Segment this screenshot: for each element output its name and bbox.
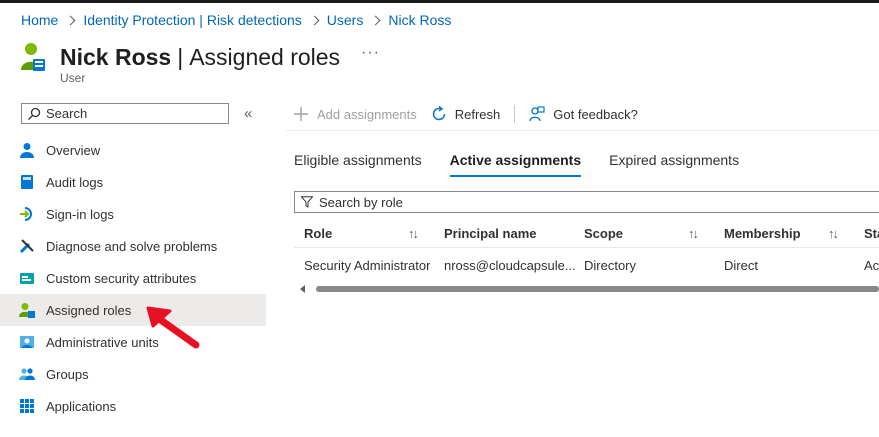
assignment-tabs: Eligible assignments Active assignments … xyxy=(294,152,767,177)
more-options-button[interactable]: ··· xyxy=(361,44,380,62)
page-header: Nick Ross | Assigned roles xyxy=(20,40,340,74)
sidebar-item-audit-logs[interactable]: Audit logs xyxy=(0,166,266,198)
red-arrow-annotation xyxy=(146,306,200,349)
admin-units-icon xyxy=(19,334,35,350)
filter-icon xyxy=(301,196,313,208)
sidebar-nav: Overview Audit logs Sign-in logs Diagnos… xyxy=(0,134,266,422)
page-title-name: Nick Ross xyxy=(60,43,172,70)
breadcrumb-home[interactable]: Home xyxy=(21,12,58,28)
attribute-icon xyxy=(19,270,35,286)
sidebar-item-label: Applications xyxy=(46,398,117,414)
page-title-section: Assigned roles xyxy=(189,43,341,70)
column-header-principal-name[interactable]: Principal name xyxy=(444,226,536,241)
groups-icon xyxy=(19,366,35,382)
sidebar-item-label: Overview xyxy=(46,142,101,158)
breadcrumb-user[interactable]: Nick Ross xyxy=(388,12,451,28)
sidebar-item-label: Groups xyxy=(46,366,89,382)
collapse-sidebar-button[interactable]: « xyxy=(244,105,252,122)
page-title: Nick Ross | Assigned roles xyxy=(60,44,340,71)
sidebar-item-label: Assigned roles xyxy=(46,302,132,318)
sidebar-item-groups[interactable]: Groups xyxy=(0,358,266,390)
tab-eligible-assignments[interactable]: Eligible assignments xyxy=(294,152,422,177)
page-subtitle: User xyxy=(60,71,86,85)
cell-principal-name: nross@cloudcapsule... xyxy=(444,257,576,273)
breadcrumb-users[interactable]: Users xyxy=(327,12,364,28)
sidebar-item-administrative-units[interactable]: Administrative units xyxy=(0,326,266,358)
tab-active-assignments[interactable]: Active assignments xyxy=(449,152,582,177)
person-icon xyxy=(19,142,35,158)
tab-expired-assignments[interactable]: Expired assignments xyxy=(609,152,739,177)
breadcrumb: Home Identity Protection | Risk detectio… xyxy=(21,12,451,28)
column-header-membership[interactable]: Membership xyxy=(724,226,801,241)
scrollbar-thumb[interactable] xyxy=(316,286,879,292)
feedback-icon xyxy=(529,106,545,122)
column-header-state[interactable]: Sta xyxy=(864,226,879,241)
wrench-icon xyxy=(19,238,35,254)
command-bar: Add assignments Refresh Got feedback? xyxy=(293,101,652,127)
toolbar-divider xyxy=(514,105,516,123)
sidebar-item-custom-security-attributes[interactable]: Custom security attributes xyxy=(0,262,266,294)
horizontal-scrollbar[interactable] xyxy=(296,284,879,294)
table-row[interactable]: Security Administrator nross@cloudcapsul… xyxy=(294,248,879,282)
column-header-role[interactable]: Role xyxy=(304,226,332,241)
search-icon xyxy=(28,107,41,120)
sidebar-item-label: Audit logs xyxy=(46,174,104,190)
breadcrumb-identity-protection[interactable]: Identity Protection | Risk detections xyxy=(83,12,301,28)
sidebar-item-label: Custom security attributes xyxy=(46,270,197,286)
sort-icon[interactable]: ↑↓ xyxy=(828,226,839,241)
apps-grid-icon xyxy=(19,398,35,414)
refresh-label: Refresh xyxy=(454,106,501,122)
cell-state: Ac xyxy=(864,257,879,273)
add-assignments-label: Add assignments xyxy=(317,106,417,122)
user-role-icon xyxy=(19,302,35,318)
sidebar-item-applications[interactable]: Applications xyxy=(0,390,266,422)
add-assignments-button[interactable]: Add assignments xyxy=(293,106,417,122)
chevron-right-icon xyxy=(370,15,381,25)
plus-icon xyxy=(293,106,309,122)
column-header-scope[interactable]: Scope xyxy=(584,226,623,241)
sidebar-search xyxy=(21,103,229,124)
top-bar xyxy=(0,0,879,3)
refresh-button[interactable]: Refresh xyxy=(431,106,501,122)
sidebar-item-overview[interactable]: Overview xyxy=(0,134,266,166)
sort-icon[interactable]: ↑↓ xyxy=(408,226,419,241)
table-header: Role ↑↓ Principal name Scope ↑↓ Membersh… xyxy=(294,219,879,248)
page-title-separator: | xyxy=(177,43,184,70)
sidebar-item-label: Sign-in logs xyxy=(46,206,114,222)
user-icon xyxy=(21,43,45,71)
assignments-table: Role ↑↓ Principal name Scope ↑↓ Membersh… xyxy=(294,219,879,282)
cell-membership: Direct xyxy=(724,257,758,273)
sidebar-item-assigned-roles[interactable]: Assigned roles xyxy=(0,294,266,326)
sidebar-item-sign-in-logs[interactable]: Sign-in logs xyxy=(0,198,266,230)
feedback-label: Got feedback? xyxy=(553,106,638,122)
sidebar-search-input[interactable] xyxy=(41,106,216,121)
book-icon xyxy=(19,174,35,190)
role-filter xyxy=(294,191,879,213)
cell-role: Security Administrator xyxy=(304,257,431,273)
scroll-left-icon[interactable] xyxy=(300,285,305,293)
command-bar-divider xyxy=(286,130,879,131)
sign-in-icon xyxy=(19,206,35,222)
feedback-button[interactable]: Got feedback? xyxy=(529,106,638,122)
refresh-icon xyxy=(431,106,447,122)
cell-scope: Directory xyxy=(584,257,637,273)
sidebar-item-diagnose[interactable]: Diagnose and solve problems xyxy=(0,230,266,262)
sidebar-item-label: Diagnose and solve problems xyxy=(46,238,218,254)
chevron-right-icon xyxy=(65,15,76,25)
sort-icon[interactable]: ↑↓ xyxy=(688,226,699,241)
chevron-right-icon xyxy=(309,15,320,25)
role-search-input[interactable] xyxy=(313,194,619,210)
